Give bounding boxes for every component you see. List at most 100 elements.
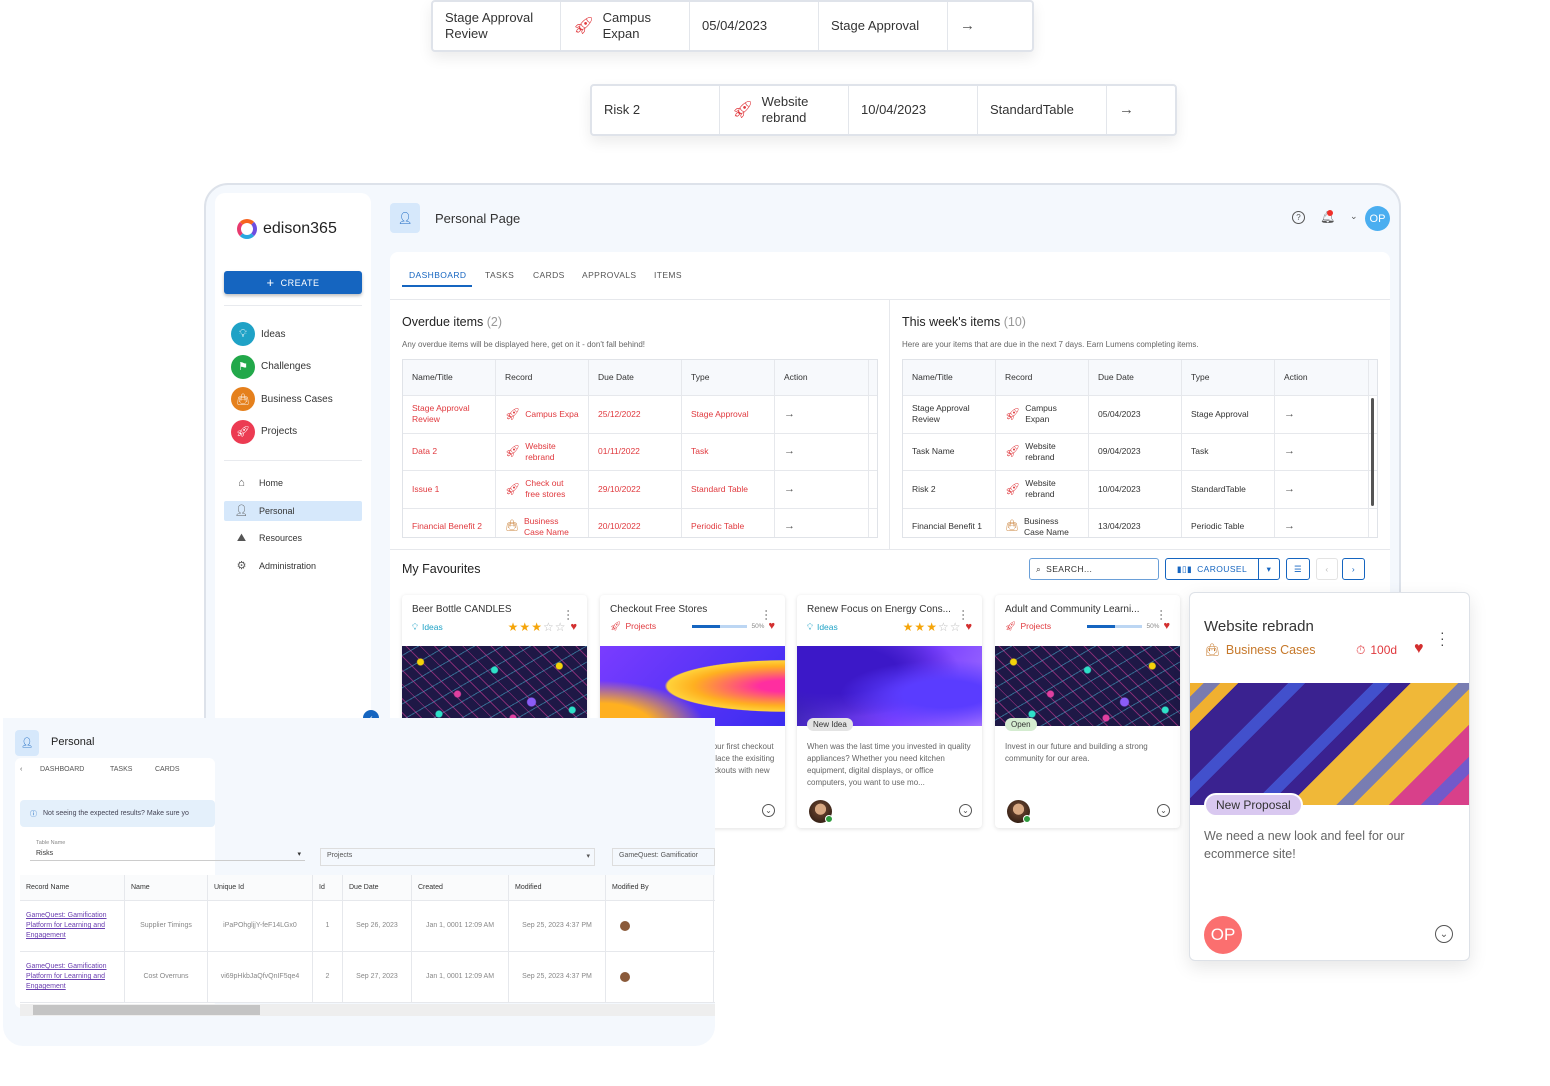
table-name-select[interactable]: Table Name Risks ▾ [30, 840, 305, 861]
card-timer: ⏱︎ 100d [1356, 643, 1398, 657]
chevron-down-icon[interactable]: ⌄ [1350, 211, 1358, 222]
floating-table-row[interactable]: Risk 2 🚀︎ Website rebrand 10/04/2023 Standar… [590, 84, 1177, 136]
bell-icon[interactable]: 🔔︎ [1320, 210, 1335, 224]
expand-icon[interactable]: ⌄ [959, 804, 972, 817]
filter-button[interactable]: ☰ [1286, 558, 1310, 580]
sidebar-module-business-cases[interactable]: 👜︎ Business Cases [231, 387, 333, 411]
floating-table-row[interactable]: Stage Approval Review 🚀︎ Campus Expan 05/04… [431, 0, 1034, 52]
cell-record[interactable]: Website rebrand [1025, 478, 1079, 500]
heart-icon[interactable]: ♥ [768, 620, 775, 632]
featured-card[interactable]: Website rebradn 👜︎ Business Cases ⏱︎ 100d … [1189, 592, 1470, 961]
person-icon: 👤︎ [234, 505, 249, 517]
view-mode-button[interactable]: ▮▯▮ CAROUSEL [1165, 558, 1259, 580]
table-row: GameQuest: Gamification Platform for Lea… [20, 952, 715, 1003]
cell-uid: iPaPOhgljjY-feF14LGx0 [208, 901, 313, 951]
horizontal-scrollbar[interactable] [20, 1004, 715, 1016]
prev-button[interactable]: ‹ [1316, 558, 1338, 580]
card-image [797, 646, 982, 726]
arrow-right-icon[interactable]: → [775, 471, 869, 508]
arrow-right-icon[interactable]: → [775, 433, 869, 470]
favourite-card[interactable]: Renew Focus on Energy Cons... 💡︎ Ideas ★★★☆… [797, 595, 982, 828]
tab-items[interactable]: ITEMS [654, 270, 682, 280]
card-image [1190, 683, 1469, 805]
more-icon[interactable]: ··· [760, 609, 774, 621]
expand-icon[interactable]: ⌄ [1157, 804, 1170, 817]
arrow-right-icon[interactable]: → [1275, 508, 1369, 537]
heart-icon[interactable]: ♥ [1163, 620, 1170, 632]
rocket-icon: 🚀︎ [1005, 444, 1021, 459]
sidebar-item-home[interactable]: ⌂ Home [224, 473, 362, 493]
cell-name[interactable]: Financial Benefit 1 [903, 508, 996, 537]
chevron-left-icon[interactable]: ‹ [20, 766, 22, 773]
sidebar-module-challenges[interactable]: ⚑ Challenges [231, 354, 312, 379]
tab-approvals[interactable]: APPROVALS [582, 270, 636, 280]
tab-dashboard[interactable]: DASHBOARD [40, 766, 84, 773]
arrow-right-icon[interactable]: → [948, 2, 1032, 50]
arrow-right-icon[interactable]: → [1275, 471, 1369, 508]
sidebar-item-administration[interactable]: ⚙ Administration [224, 556, 362, 576]
cell-name[interactable]: Financial Benefit 2 [403, 508, 496, 537]
arrow-right-icon[interactable]: → [1107, 86, 1175, 134]
cell-record[interactable]: Business Case Name [524, 516, 579, 537]
help-icon[interactable]: ? [1292, 211, 1305, 224]
search-input[interactable]: ⌕ SEARCH... [1029, 558, 1159, 580]
view-dropdown-button[interactable]: ▾ [1258, 558, 1280, 580]
rating-stars[interactable]: ★★★☆☆ [903, 620, 962, 634]
cell-record[interactable]: Website rebrand [1025, 441, 1079, 463]
sidebar-item-personal[interactable]: 👤︎ Personal [224, 500, 362, 521]
tab-cards[interactable]: CARDS [533, 270, 565, 280]
chevron-right-icon: › [1351, 564, 1356, 574]
scrollbar[interactable] [1371, 398, 1374, 506]
cell-record[interactable]: Check out free stores [525, 478, 579, 500]
cell-name[interactable]: Issue 1 [403, 471, 496, 508]
more-icon[interactable]: ··· [1155, 609, 1169, 621]
cell-name[interactable]: Data 2 [403, 433, 496, 470]
more-icon[interactable]: ··· [1440, 625, 1445, 651]
next-button[interactable]: › [1342, 558, 1365, 580]
cell-name[interactable]: Risk 2 [903, 471, 996, 508]
arrow-right-icon[interactable]: → [775, 508, 869, 537]
column-header: Modified [509, 875, 606, 900]
card-title: Website rebradn [1204, 618, 1314, 635]
tab-tasks[interactable]: TASKS [485, 270, 514, 280]
record-link[interactable]: GameQuest: Gamification Platform for Lea… [20, 952, 125, 1002]
rating-stars[interactable]: ★★★☆☆ [508, 620, 567, 634]
more-icon[interactable]: ··· [562, 609, 576, 621]
rocket-icon: 🚀︎ [1005, 620, 1017, 631]
projects-select[interactable]: Projects ▾ [320, 848, 595, 866]
avatar [809, 800, 833, 823]
expand-icon[interactable]: ⌄ [762, 804, 775, 817]
more-icon[interactable]: ··· [957, 609, 971, 621]
user-avatar[interactable]: OP [1365, 206, 1390, 231]
tab-dashboard[interactable]: DASHBOARD [409, 270, 466, 280]
divider [224, 460, 362, 461]
create-button[interactable]: + CREATE [224, 271, 362, 294]
arrow-right-icon[interactable]: → [775, 396, 869, 433]
cell-name[interactable]: Stage Approval Review [403, 396, 496, 433]
card-module: Ideas [816, 622, 838, 632]
cell-record[interactable]: Campus Expan [1025, 403, 1079, 425]
search-icon: ⌕ [1036, 563, 1042, 574]
heart-icon[interactable]: ♥ [1414, 640, 1424, 658]
module-label: Challenges [261, 361, 312, 372]
cell-record[interactable]: Business Case Name [1024, 516, 1079, 537]
record-link[interactable]: GameQuest: Gamification Platform for Lea… [20, 901, 125, 951]
arrow-right-icon[interactable]: → [1275, 433, 1369, 470]
this-week-table: Name/Title Record Due Date Type Action Stage … [902, 359, 1378, 538]
sidebar-item-resources[interactable]: ⛰︎ Resources [224, 528, 362, 548]
tab-tasks[interactable]: TASKS [110, 766, 132, 773]
expand-icon[interactable]: ⌄ [1435, 925, 1453, 943]
heart-icon[interactable]: ♥ [570, 621, 577, 633]
record-select[interactable]: GameQuest: Gamificatior [612, 848, 715, 866]
cell-name[interactable]: Task Name [903, 433, 996, 470]
sidebar-module-ideas[interactable]: 💡︎ Ideas [231, 322, 285, 346]
heart-icon[interactable]: ♥ [965, 621, 972, 633]
tab-cards[interactable]: CARDS [155, 766, 180, 773]
sidebar-module-projects[interactable]: 🚀︎ Projects [231, 419, 297, 444]
arrow-right-icon[interactable]: → [1275, 396, 1369, 433]
cell-record[interactable]: Website rebrand [525, 441, 579, 463]
cell-due-date: 29/10/2022 [589, 471, 682, 508]
cell-record[interactable]: Campus Expa [525, 409, 578, 420]
favourite-card[interactable]: Adult and Community Learni... 🚀︎ Projects 5… [995, 595, 1180, 828]
cell-name[interactable]: Stage Approval Review [903, 396, 996, 433]
